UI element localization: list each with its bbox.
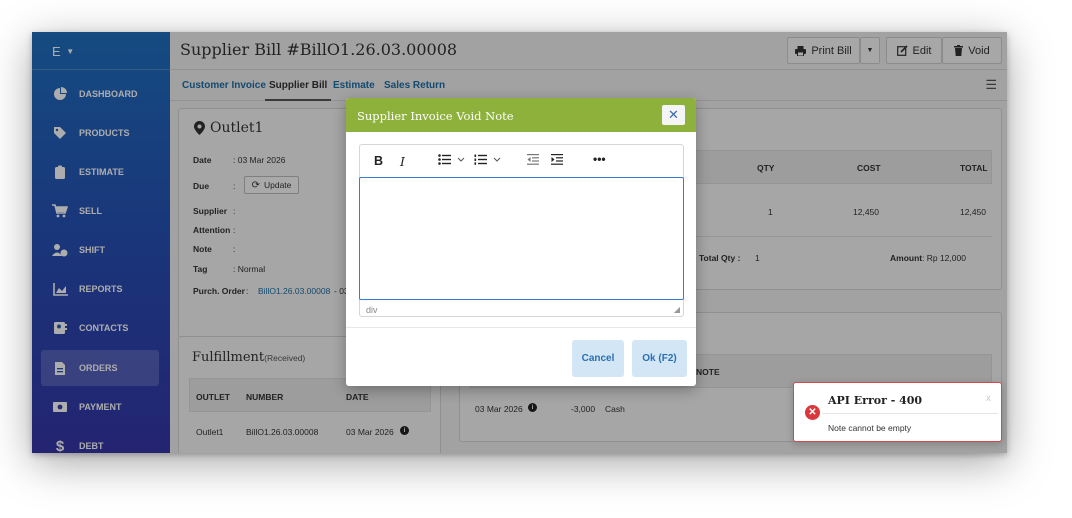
bullet-list-button[interactable]: [438, 154, 465, 165]
error-toast: ✕ API Error - 400 x Note cannot be empty: [793, 382, 1002, 442]
rich-text-editor: B I ••• div ◢: [359, 144, 684, 317]
note-textarea[interactable]: [359, 177, 684, 300]
close-button[interactable]: ✕: [662, 105, 685, 125]
dialog-header: Supplier Invoice Void Note ✕: [346, 98, 696, 132]
editor-status-path: div: [366, 305, 378, 315]
chevron-down-icon: [457, 157, 465, 162]
editor-toolbar: B I •••: [360, 145, 683, 178]
toast-close-button[interactable]: x: [986, 393, 991, 404]
dialog-footer: Cancel Ok (F2): [346, 327, 696, 386]
outdent-button[interactable]: [527, 154, 539, 165]
error-icon: ✕: [805, 405, 820, 420]
app-window: E ▼ DASHBOARD PRODUCTS ESTIMATE SELL SHI…: [32, 32, 1007, 453]
outdent-icon: [527, 154, 539, 165]
toast-divider: [822, 413, 998, 414]
ok-button[interactable]: Ok (F2): [632, 340, 687, 377]
dialog-title: Supplier Invoice Void Note: [357, 109, 514, 123]
italic-button[interactable]: I: [400, 154, 405, 169]
toast-title: API Error - 400: [828, 394, 923, 407]
bold-button[interactable]: B: [374, 154, 383, 168]
bullet-list-icon: [438, 154, 451, 165]
resize-handle-icon[interactable]: ◢: [674, 305, 680, 314]
indent-button[interactable]: [551, 154, 563, 165]
indent-icon: [551, 154, 563, 165]
cancel-button[interactable]: Cancel: [572, 340, 624, 377]
void-note-dialog: Supplier Invoice Void Note ✕ B I ••• div…: [346, 98, 696, 386]
numbered-list-icon: [474, 154, 487, 165]
chevron-down-icon: [493, 157, 501, 162]
numbered-list-button[interactable]: [474, 154, 501, 165]
more-options-icon[interactable]: •••: [593, 152, 606, 166]
toast-message: Note cannot be empty: [828, 423, 912, 433]
close-icon: ✕: [668, 107, 679, 123]
